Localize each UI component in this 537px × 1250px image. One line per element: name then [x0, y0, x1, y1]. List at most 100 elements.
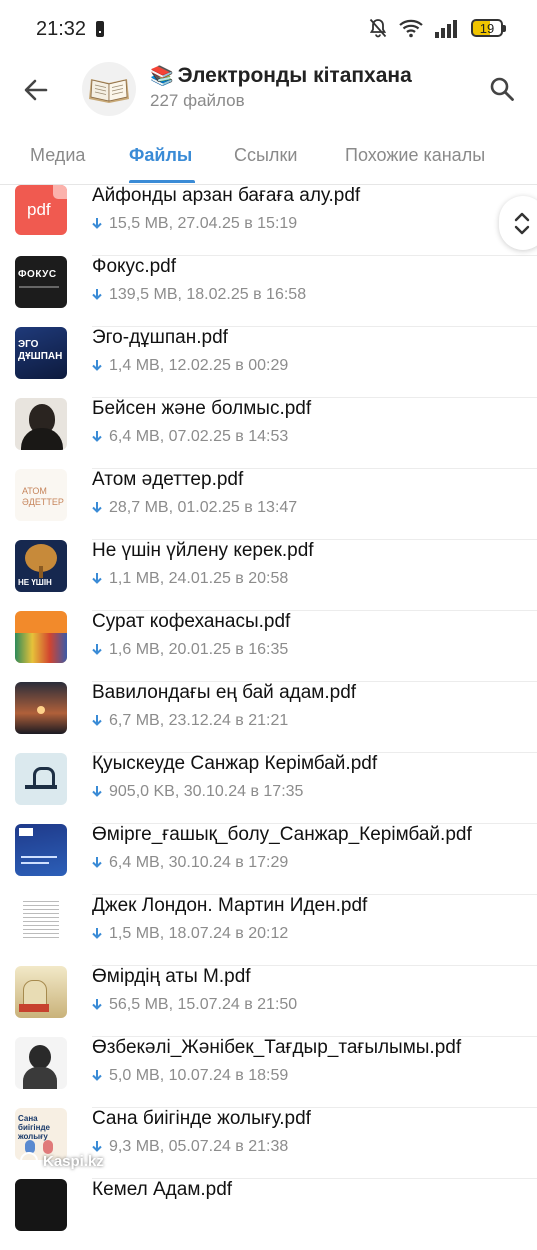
- file-meta: 1,1 MB, 24.01.25 в 20:58: [92, 570, 288, 588]
- fast-scroll-handle[interactable]: [499, 196, 537, 250]
- file-name: Сурат кофеханасы.pdf: [92, 611, 291, 632]
- file-name: Өмірге_ғашық_болу_Санжар_Керімбай.pdf: [92, 824, 472, 845]
- channel-title-text: Электронды кітапхана: [177, 64, 412, 87]
- wifi-icon: [399, 19, 423, 38]
- list-item[interactable]: Қуыскеуде Санжар Керімбай.pdf 905,0 KB, …: [0, 753, 537, 824]
- notification-alert-icon: [96, 21, 104, 37]
- tab-media[interactable]: Медиа: [30, 145, 85, 166]
- file-name: Қуыскеуде Санжар Керімбай.pdf: [92, 753, 378, 774]
- active-tab-indicator: [129, 180, 195, 183]
- file-size-date: 1,4 MB, 12.02.25 в 00:29: [109, 357, 289, 374]
- file-size-date: 9,3 MB, 05.07.24 в 21:38: [109, 1138, 289, 1155]
- channel-header: 📚 Электронды кітапхана 227 файлов: [0, 60, 537, 124]
- download-arrow-icon: [92, 431, 102, 442]
- search-icon[interactable]: [489, 76, 515, 102]
- scroll-up-down-icon: [514, 212, 530, 235]
- download-arrow-icon: [92, 786, 102, 797]
- file-size-date: 1,6 MB, 20.01.25 в 16:35: [109, 641, 289, 658]
- list-item[interactable]: Кемел Адам.pdf: [0, 1179, 537, 1250]
- file-size-date: 905,0 KB, 30.10.24 в 17:35: [109, 783, 304, 800]
- file-meta: 1,6 MB, 20.01.25 в 16:35: [92, 641, 288, 659]
- file-name: Бейсен және болмыс.pdf: [92, 398, 312, 419]
- kaspi-logo-icon: [20, 1152, 38, 1170]
- cover-text: ЭГО ДҰШПАН: [18, 339, 63, 362]
- download-arrow-icon: [92, 289, 102, 300]
- channel-avatar[interactable]: [82, 62, 136, 116]
- tab-links[interactable]: Ссылки: [234, 145, 297, 166]
- book-cover-thumbnail: НЕ ҮШІН: [15, 540, 67, 592]
- battery-level: 19: [479, 20, 495, 36]
- book-cover-thumbnail: [15, 682, 67, 734]
- list-item[interactable]: pdf Айфонды арзан бағаға алу.pdf 15,5 MB…: [0, 185, 537, 256]
- file-meta: 9,3 MB, 05.07.24 в 21:38: [92, 1138, 288, 1156]
- cell-signal-icon: [435, 18, 459, 38]
- pdf-file-icon: pdf: [15, 185, 67, 235]
- book-cover-thumbnail: [15, 824, 67, 876]
- download-arrow-icon: [92, 360, 102, 371]
- list-item[interactable]: Өмірге_ғашық_болу_Санжар_Керімбай.pdf 6,…: [0, 824, 537, 895]
- battery-icon: 19: [471, 19, 506, 37]
- list-item[interactable]: Өмірдің аты М.pdf 56,5 MB, 15.07.24 в 21…: [0, 966, 537, 1037]
- file-name: Джек Лондон. Мартин Иден.pdf: [92, 895, 368, 916]
- file-size-date: 6,7 MB, 23.12.24 в 21:21: [109, 712, 289, 729]
- cover-text: АТОМ ӘДЕТТЕР: [22, 486, 64, 507]
- file-size-date: 1,1 MB, 24.01.25 в 20:58: [109, 570, 289, 587]
- file-meta: 5,0 MB, 10.07.24 в 18:59: [92, 1067, 288, 1085]
- tab-similar-channels[interactable]: Похожие каналы: [345, 145, 485, 166]
- file-name: Өмірдің аты М.pdf: [92, 966, 251, 987]
- channel-title-block[interactable]: 📚 Электронды кітапхана 227 файлов: [150, 64, 412, 111]
- file-meta: 905,0 KB, 30.10.24 в 17:35: [92, 783, 303, 801]
- download-arrow-icon: [92, 644, 102, 655]
- file-meta: 6,7 MB, 23.12.24 в 21:21: [92, 712, 288, 730]
- book-cover-thumbnail: [15, 611, 67, 663]
- document-page-thumbnail: [15, 895, 67, 947]
- file-meta: 1,4 MB, 12.02.25 в 00:29: [92, 357, 288, 375]
- status-bar: 21:32 19: [0, 0, 537, 60]
- bell-muted-icon: [369, 18, 387, 38]
- download-arrow-icon: [92, 502, 102, 513]
- cover-text: ФОКУС: [18, 269, 57, 280]
- status-time: 21:32: [36, 18, 87, 40]
- file-meta: 15,5 MB, 27.04.25 в 15:19: [92, 215, 297, 233]
- tab-files[interactable]: Файлы: [129, 145, 192, 166]
- file-size-date: 6,4 MB, 07.02.25 в 14:53: [109, 428, 289, 445]
- book-cover-thumbnail: ЭГО ДҰШПАН: [15, 327, 67, 379]
- book-cover-thumbnail: [15, 1179, 67, 1231]
- open-book-icon: [89, 79, 129, 103]
- list-item[interactable]: ЭГО ДҰШПАН Эго-дұшпан.pdf 1,4 MB, 12.02.…: [0, 327, 537, 398]
- list-item[interactable]: Вавилондағы ең бай адам.pdf 6,7 MB, 23.1…: [0, 682, 537, 753]
- watermark-text: Kaspi.kz: [43, 1152, 104, 1170]
- download-arrow-icon: [92, 928, 102, 939]
- file-name: Не үшін үйлену керек.pdf: [92, 540, 314, 561]
- list-item[interactable]: ФОКУС Фокус.pdf 139,5 MB, 18.02.25 в 16:…: [0, 256, 537, 327]
- file-name: Фокус.pdf: [92, 256, 177, 277]
- file-size-date: 5,0 MB, 10.07.24 в 18:59: [109, 1067, 289, 1084]
- book-cover-thumbnail: [15, 1037, 67, 1089]
- file-name: Айфонды арзан бағаға алу.pdf: [92, 185, 361, 206]
- file-size-date: 139,5 MB, 18.02.25 в 16:58: [109, 286, 307, 303]
- download-arrow-icon: [92, 1070, 102, 1081]
- arrow-left-icon[interactable]: [22, 76, 50, 104]
- tab-bar: Медиа Файлы Ссылки Похожие каналы: [0, 132, 537, 185]
- download-arrow-icon: [92, 218, 102, 229]
- list-item[interactable]: Бейсен және болмыс.pdf 6,4 MB, 07.02.25 …: [0, 398, 537, 469]
- list-item[interactable]: Өзбекәлі_Жәнібек_Тағдыр_тағылымы.pdf 5,0…: [0, 1037, 537, 1108]
- list-item[interactable]: АТОМ ӘДЕТТЕР Атом әдеттер.pdf 28,7 MB, 0…: [0, 469, 537, 540]
- download-arrow-icon: [92, 715, 102, 726]
- file-size-date: 1,5 MB, 18.07.24 в 20:12: [109, 925, 289, 942]
- file-name: Өзбекәлі_Жәнібек_Тағдыр_тағылымы.pdf: [92, 1037, 462, 1058]
- book-cover-thumbnail: [15, 966, 67, 1018]
- file-name: Сана биігінде жолығу.pdf: [92, 1108, 311, 1129]
- list-item[interactable]: Джек Лондон. Мартин Иден.pdf 1,5 MB, 18.…: [0, 895, 537, 966]
- list-item[interactable]: НЕ ҮШІН Не үшін үйлену керек.pdf 1,1 MB,…: [0, 540, 537, 611]
- file-meta: 28,7 MB, 01.02.25 в 13:47: [92, 499, 297, 517]
- file-size-date: 28,7 MB, 01.02.25 в 13:47: [109, 499, 298, 516]
- watermark: Kaspi.kz: [20, 1152, 104, 1170]
- list-item[interactable]: Сурат кофеханасы.pdf 1,6 MB, 20.01.25 в …: [0, 611, 537, 682]
- book-cover-thumbnail: ФОКУС: [15, 256, 67, 308]
- book-cover-thumbnail: [15, 398, 67, 450]
- file-meta: 1,5 MB, 18.07.24 в 20:12: [92, 925, 288, 943]
- book-cover-thumbnail: АТОМ ӘДЕТТЕР: [15, 469, 67, 521]
- file-meta: 139,5 MB, 18.02.25 в 16:58: [92, 286, 306, 304]
- book-cover-thumbnail: [15, 753, 67, 805]
